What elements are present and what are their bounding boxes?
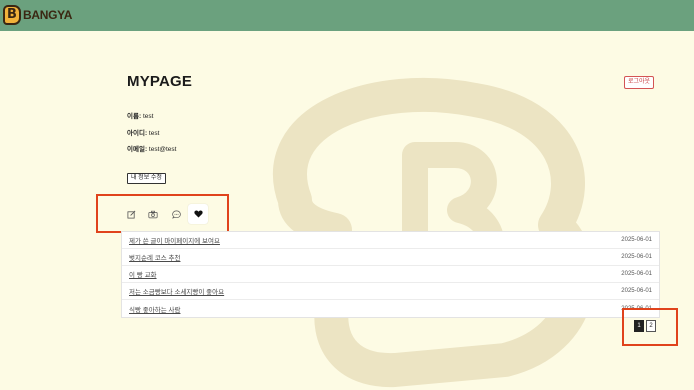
post-date: 2025-06-01 xyxy=(621,271,652,277)
post-title[interactable]: 제가 쓴 글이 마이페이지에 보여요 xyxy=(129,235,220,245)
post-title[interactable]: 벚지순례 코스 추천 xyxy=(129,252,180,262)
list-item[interactable]: 제가 쓴 글이 마이페이지에 보여요 2025-06-01 xyxy=(122,232,659,249)
list-item[interactable]: 벚지순례 코스 추천 2025-06-01 xyxy=(122,249,659,266)
name-label: 이름: xyxy=(127,113,142,120)
profile-email: 이메일: test@test xyxy=(127,143,176,153)
pagination-highlight-box xyxy=(622,308,678,346)
post-date: 2025-06-01 xyxy=(621,237,652,243)
page-title: MYPAGE xyxy=(127,73,193,90)
profile-name: 이름: test xyxy=(127,110,153,120)
bangya-logo[interactable]: B BANGYA xyxy=(3,5,72,25)
profile-id: 아이디: test xyxy=(127,127,159,137)
post-title[interactable]: 저는 소금빵보다 소세지빵이 좋아요 xyxy=(129,286,224,296)
post-date: 2025-06-01 xyxy=(621,254,652,260)
post-title[interactable]: 이 빵 교화 xyxy=(129,269,157,279)
post-title[interactable]: 식빵 좋아하는 사람 xyxy=(129,304,180,314)
email-value: test@test xyxy=(148,146,177,153)
id-value: test xyxy=(148,130,160,137)
logout-button[interactable]: 로그아웃 xyxy=(624,76,655,89)
logo-text: BANGYA xyxy=(23,8,73,22)
list-item[interactable]: 식빵 좋아하는 사람 2025-06-01 xyxy=(122,300,659,317)
post-date: 2025-06-01 xyxy=(621,288,652,294)
edit-profile-button[interactable]: 내 정보 수정 xyxy=(127,173,166,184)
list-item[interactable]: 이 빵 교화 2025-06-01 xyxy=(122,266,659,283)
email-label: 이메일: xyxy=(127,146,148,153)
liked-posts-list: 제가 쓴 글이 마이페이지에 보여요 2025-06-01 벚지순례 코스 추천… xyxy=(121,231,660,318)
name-value: test xyxy=(142,113,154,120)
bread-watermark-icon xyxy=(273,77,595,388)
logo-b-icon: B xyxy=(3,5,21,25)
list-item[interactable]: 저는 소금빵보다 소세지빵이 좋아요 2025-06-01 xyxy=(122,283,659,300)
top-header: B BANGYA xyxy=(0,0,694,31)
id-label: 아이디: xyxy=(127,130,148,137)
tabs-highlight-box xyxy=(96,194,229,233)
